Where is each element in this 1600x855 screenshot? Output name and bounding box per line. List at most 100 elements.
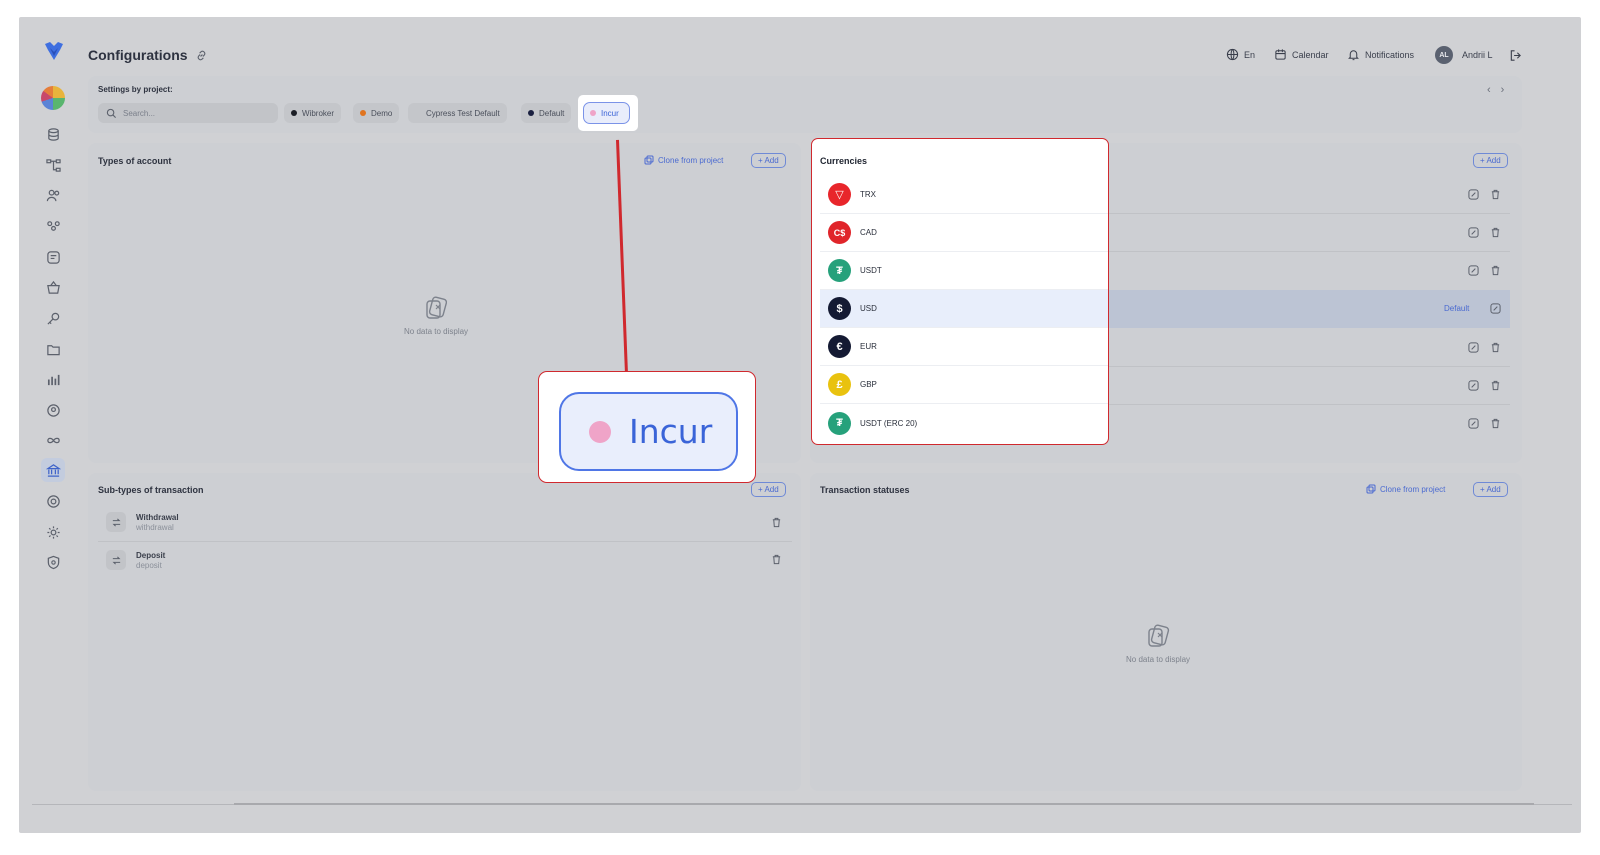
row-divider <box>98 541 792 542</box>
notifications-button[interactable]: Notifications <box>1347 48 1414 61</box>
logout-icon[interactable] <box>1509 49 1522 62</box>
currency-row-trx[interactable]: ▽ TRX <box>820 176 1108 214</box>
empty-state: No data to display <box>404 294 468 336</box>
folder-icon[interactable] <box>41 337 65 361</box>
notes-icon[interactable] <box>41 245 65 269</box>
currency-code: USD <box>860 304 877 313</box>
project-chip-default[interactable]: Default <box>521 103 572 123</box>
row-divider <box>1108 366 1510 367</box>
currency-row-cad[interactable]: C$ CAD <box>820 214 1108 252</box>
language-selector[interactable]: En <box>1226 48 1255 61</box>
currency-row-usd[interactable]: $ USD <box>820 290 1108 328</box>
clone-from-project-link[interactable]: Clone from project <box>644 155 723 165</box>
chip-dot <box>590 110 596 116</box>
empty-state: No data to display <box>1126 622 1190 664</box>
currency-row-gbp[interactable]: £ GBP <box>820 366 1108 404</box>
no-data-icon <box>426 296 448 319</box>
calendar-button[interactable]: Calendar <box>1274 48 1329 61</box>
currency-code: EUR <box>860 342 877 351</box>
bank-icon[interactable] <box>41 458 65 482</box>
add-currency-button[interactable]: + Add <box>1473 153 1508 168</box>
currency-row-usdt[interactable]: ₮ USDT <box>820 252 1108 290</box>
chevron-right-icon[interactable]: › <box>1501 84 1505 96</box>
chevron-left-icon[interactable]: ‹ <box>1487 84 1491 96</box>
chip-label: Demo <box>371 108 393 118</box>
trash-icon[interactable] <box>1490 189 1501 200</box>
chip-dot <box>528 110 534 116</box>
dashboard-chart-icon[interactable] <box>41 86 65 110</box>
project-chip-cypress-test-default[interactable]: Cypress Test Default <box>408 103 507 123</box>
app-logo-icon[interactable] <box>43 40 65 62</box>
transfer-icon <box>106 550 126 570</box>
user-name: Andrii L <box>1462 50 1493 60</box>
currency-row-usdt-erc20[interactable]: ₮ USDT (ERC 20) <box>820 404 1108 442</box>
subtype-name: Withdrawal <box>136 512 179 522</box>
support-icon[interactable] <box>41 489 65 513</box>
chip-dot <box>415 110 421 116</box>
avatar: AL <box>1435 46 1453 64</box>
edit-icon[interactable] <box>1468 380 1479 391</box>
edit-icon[interactable] <box>1468 418 1479 429</box>
infinity-icon[interactable] <box>41 428 65 452</box>
subtype-slug: withdrawal <box>136 522 174 532</box>
trash-icon[interactable] <box>1490 227 1501 238</box>
currency-code: USDT <box>860 266 882 275</box>
add-subtype-button[interactable]: + Add <box>751 482 786 497</box>
user-menu[interactable]: AL Andrii L <box>1435 46 1493 64</box>
currency-code: USDT (ERC 20) <box>860 418 918 428</box>
shield-icon[interactable] <box>41 550 65 574</box>
chip-label: Default <box>539 108 565 118</box>
basket-icon[interactable] <box>41 275 65 299</box>
notifications-label: Notifications <box>1365 49 1415 60</box>
trx-icon: ▽ <box>828 183 851 206</box>
row-divider <box>1108 404 1510 405</box>
search-user-icon[interactable] <box>41 398 65 422</box>
edit-icon[interactable] <box>1490 303 1501 314</box>
currency-code: CAD <box>860 228 877 237</box>
trash-icon[interactable] <box>1490 265 1501 276</box>
trash-icon[interactable] <box>771 517 782 528</box>
subtypes-title: Sub-types of transaction <box>98 485 204 495</box>
copy-icon <box>1366 484 1376 494</box>
team-icon[interactable] <box>41 214 65 238</box>
trash-icon[interactable] <box>1490 418 1501 429</box>
project-chip-demo[interactable]: Demo <box>353 103 400 123</box>
eur-icon: € <box>828 335 851 358</box>
copy-icon <box>644 155 654 165</box>
project-chip-wibroker[interactable]: Wibroker <box>284 103 342 123</box>
gbp-icon: £ <box>828 373 851 396</box>
trash-icon[interactable] <box>771 554 782 565</box>
currencies-highlight: Currencies ▽ TRX C$ CAD ₮ USDT $ USD € E… <box>811 138 1109 445</box>
chip-label: Cypress Test Default <box>426 108 500 118</box>
trash-icon[interactable] <box>1490 380 1501 391</box>
horizontal-scrollbar[interactable] <box>234 803 1534 805</box>
project-chip-incur[interactable]: Incur <box>583 102 630 124</box>
subtype-slug: deposit <box>136 560 162 570</box>
trash-icon[interactable] <box>1490 342 1501 353</box>
database-icon[interactable] <box>41 122 65 146</box>
project-search-input[interactable]: Search... <box>98 103 278 123</box>
globe-icon <box>1226 48 1239 61</box>
page-title: Configurations <box>88 47 188 63</box>
callout-dot <box>589 420 611 443</box>
key-icon[interactable] <box>41 306 65 330</box>
edit-icon[interactable] <box>1468 342 1479 353</box>
settings-icon[interactable] <box>41 520 65 544</box>
clone-from-project-link[interactable]: Clone from project <box>1366 484 1445 494</box>
row-divider <box>1108 251 1510 252</box>
edit-icon[interactable] <box>1468 189 1479 200</box>
edit-icon[interactable] <box>1468 265 1479 276</box>
edit-icon[interactable] <box>1468 227 1479 238</box>
hierarchy-icon[interactable] <box>41 153 65 177</box>
calendar-icon <box>1275 49 1286 60</box>
list-item[interactable]: Deposit deposit <box>98 543 792 577</box>
reports-icon[interactable] <box>41 367 65 391</box>
list-item[interactable]: Withdrawal withdrawal <box>98 505 792 539</box>
default-badge: Default <box>1444 304 1470 313</box>
language-label: En <box>1244 49 1256 60</box>
link-icon[interactable] <box>195 49 208 62</box>
users-icon[interactable] <box>41 183 65 207</box>
add-status-button[interactable]: + Add <box>1473 482 1508 497</box>
add-account-type-button[interactable]: + Add <box>751 153 786 168</box>
currency-row-eur[interactable]: € EUR <box>820 328 1108 366</box>
